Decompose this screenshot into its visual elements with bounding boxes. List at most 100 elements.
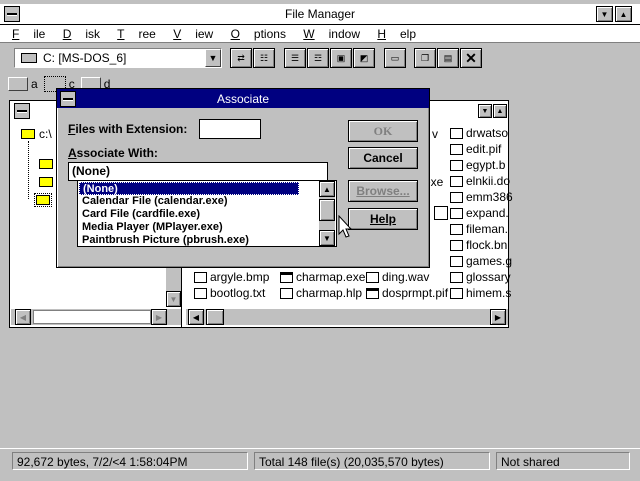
browse-button[interactable]: Browse... xyxy=(348,180,418,202)
new-window-button[interactable]: ▭ xyxy=(384,48,406,68)
file-rename-box xyxy=(434,206,448,220)
file-item[interactable]: expand. xyxy=(450,205,513,221)
sort-by-size-button[interactable]: ▣ xyxy=(330,48,352,68)
new-window-icon: ▭ xyxy=(390,52,400,63)
scroll-right-button[interactable]: ▶ xyxy=(490,309,506,325)
folder-icon[interactable] xyxy=(39,177,53,187)
status-selected: 92,672 bytes, 7/2/<4 1:58:04PM xyxy=(12,452,248,470)
file-item[interactable]: fileman. xyxy=(450,221,513,237)
file-item[interactable]: games.g xyxy=(450,253,513,269)
menu-help[interactable]: Help xyxy=(377,27,416,41)
file-item[interactable]: himem.s xyxy=(450,285,513,301)
application-icon xyxy=(280,271,293,283)
sort-size-icon: ▣ xyxy=(336,52,346,63)
associate-with-value: (None) xyxy=(72,164,110,178)
files-extension-label: Files with Extension: xyxy=(68,122,188,136)
folder-icon xyxy=(21,129,35,139)
drive-select[interactable]: C: [MS-DOS_6] ▼ xyxy=(14,48,222,68)
menu-tree[interactable]: Tree xyxy=(117,27,156,41)
tree-root[interactable]: c:\ xyxy=(21,127,52,141)
file-hscrollbar[interactable]: ◀ ▶ xyxy=(186,309,508,325)
folder-icon[interactable] xyxy=(39,159,53,169)
menu-view[interactable]: View xyxy=(173,27,213,41)
open-folder-icon[interactable] xyxy=(34,193,52,207)
cancel-button[interactable]: Cancel xyxy=(348,147,418,169)
help-button[interactable]: Help xyxy=(348,208,418,230)
application-list[interactable]: (None) Calendar File (calendar.exe) Card… xyxy=(77,180,337,247)
sort-by-date-button[interactable]: ◩ xyxy=(353,48,375,68)
file-item[interactable]: ding.wav xyxy=(366,269,448,285)
scroll-left-icon: ◀ xyxy=(192,312,200,322)
menu-disk[interactable]: Disk xyxy=(63,27,100,41)
file-item[interactable]: drwatso xyxy=(450,125,513,141)
file-icon xyxy=(450,223,463,235)
file-item[interactable]: charmap.hlp xyxy=(280,285,365,301)
list-item[interactable]: Paintbrush Picture (pbrush.exe) xyxy=(79,234,336,247)
scroll-track[interactable] xyxy=(33,310,151,324)
drive-icon xyxy=(21,53,37,63)
scroll-down-icon: ▼ xyxy=(323,233,331,243)
sort-type-icon: ☲ xyxy=(313,52,323,63)
maximize-icon: ▲ xyxy=(619,9,628,19)
list-vscrollbar[interactable]: ▲ ▼ xyxy=(319,181,335,246)
child-system-menu-button[interactable] xyxy=(14,103,30,119)
drive-a-label[interactable]: a xyxy=(31,77,38,91)
dialog-system-menu-button[interactable] xyxy=(60,91,76,107)
child-minimize-button[interactable]: ▼ xyxy=(478,104,492,118)
scroll-right-icon: ▶ xyxy=(494,312,502,322)
scroll-thumb[interactable] xyxy=(206,309,224,325)
child-maximize-button[interactable]: ▲ xyxy=(493,104,507,118)
tree-hscrollbar[interactable]: ◀ ▶ xyxy=(11,309,181,325)
dropdown-arrow-icon[interactable]: ▼ xyxy=(205,49,221,67)
scroll-up-button[interactable]: ▲ xyxy=(319,181,335,197)
connect-drive-button[interactable]: ⇄ xyxy=(230,48,252,68)
file-item[interactable]: elnkii.do xyxy=(450,173,513,189)
list-item[interactable]: Card File (cardfile.exe) xyxy=(79,208,336,221)
file-icon xyxy=(450,143,463,155)
associate-dialog: Associate Files with Extension: Associat… xyxy=(56,88,430,268)
scroll-left-button[interactable]: ◀ xyxy=(15,309,31,325)
app-title: File Manager xyxy=(284,7,356,21)
delete-button[interactable]: ✕ xyxy=(460,48,482,68)
menu-window[interactable]: Window xyxy=(303,27,360,41)
associate-with-input[interactable]: (None) xyxy=(68,162,328,181)
sort-by-type-button[interactable]: ☲ xyxy=(307,48,329,68)
list-item[interactable]: (None) xyxy=(79,182,299,195)
file-item[interactable]: emm386 xyxy=(450,189,513,205)
scroll-down-button[interactable]: ▼ xyxy=(166,291,181,307)
menu-options[interactable]: Options xyxy=(231,27,286,41)
file-item[interactable]: argyle.bmp xyxy=(194,269,269,285)
drive-a-icon[interactable] xyxy=(8,77,28,91)
sort-by-name-button[interactable]: ☰ xyxy=(284,48,306,68)
sort-date-icon: ◩ xyxy=(359,52,369,63)
paste-button[interactable]: ▤ xyxy=(437,48,459,68)
file-item[interactable]: charmap.exe xyxy=(280,269,365,285)
scroll-left-button[interactable]: ◀ xyxy=(188,309,204,325)
toolbar: C: [MS-DOS_6] ▼ ⇄ ☷ ☰ ☲ ▣ ◩ ▭ ❐ ▤ ✕ xyxy=(0,44,640,72)
file-item[interactable]: edit.pif xyxy=(450,141,513,157)
file-icon xyxy=(450,127,463,139)
delete-icon: ✕ xyxy=(465,49,477,66)
disconnect-drive-button[interactable]: ☷ xyxy=(253,48,275,68)
copy-button[interactable]: ❐ xyxy=(414,48,436,68)
minimize-button[interactable]: ▼ xyxy=(596,6,613,22)
app-system-menu-button[interactable] xyxy=(4,6,20,22)
file-item[interactable]: bootlog.txt xyxy=(194,285,269,301)
scroll-down-button[interactable]: ▼ xyxy=(319,230,335,246)
list-item[interactable]: Media Player (MPlayer.exe) xyxy=(79,221,336,234)
file-item[interactable]: flock.bn xyxy=(450,237,513,253)
file-icon xyxy=(194,287,207,299)
scroll-down-icon: ▼ xyxy=(169,294,178,304)
scroll-right-button[interactable]: ▶ xyxy=(151,309,167,325)
list-item[interactable]: Calendar File (calendar.exe) xyxy=(79,195,336,208)
file-item[interactable]: egypt.b xyxy=(450,157,513,173)
file-icon xyxy=(450,271,463,283)
maximize-button[interactable]: ▲ xyxy=(615,6,632,22)
menu-file[interactable]: File xyxy=(12,27,45,41)
file-item[interactable]: dosprmpt.pif xyxy=(366,285,448,301)
files-extension-input[interactable] xyxy=(199,119,261,139)
ok-button[interactable]: OK xyxy=(348,120,418,142)
file-item[interactable]: glossary xyxy=(450,269,513,285)
scroll-thumb[interactable] xyxy=(319,199,335,221)
maximize-icon: ▲ xyxy=(496,107,504,115)
